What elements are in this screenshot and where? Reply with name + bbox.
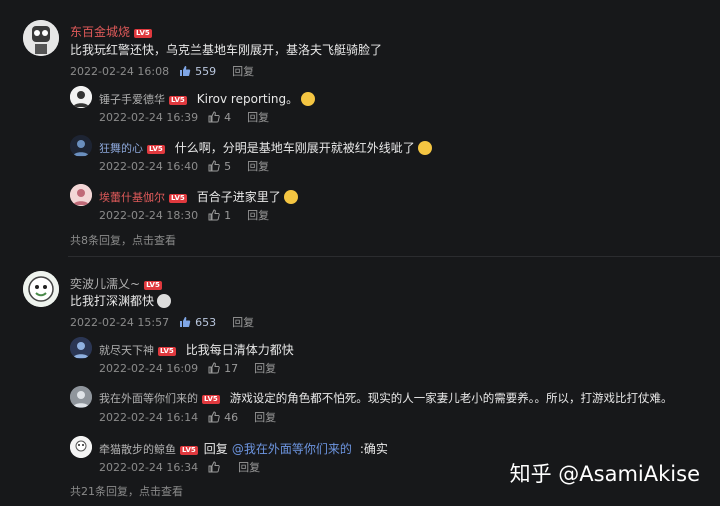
reply-date: 2022-02-24 16:40: [99, 159, 199, 173]
reply-button[interactable]: 回复: [232, 314, 254, 330]
reply-prefix: 回复: [203, 442, 228, 456]
avatar[interactable]: [70, 135, 92, 157]
like-button[interactable]: 559: [179, 65, 216, 78]
thread-divider: [68, 256, 720, 257]
user-avatar-icon: [70, 86, 92, 108]
reply-line: 我在外面等你们来的 LV5 游戏设定的角色都不怕死。现实的人一家妻儿老小的需要养。…: [99, 390, 673, 406]
user-avatar-icon: [70, 436, 92, 458]
reply-author[interactable]: 埃蕾什基伽尔 LV5: [99, 189, 187, 205]
reply-author[interactable]: 牵猫散步的鲸鱼 LV5: [99, 441, 198, 457]
reply-content: Kirov reporting。: [196, 92, 299, 106]
reply-line: 就尽天下神 LV5 比我每日清体力都快: [99, 341, 294, 358]
reply-line: 牵猫散步的鲸鱼 LV5 回复 @我在外面等你们来的 :确实: [99, 440, 388, 457]
thumbs-up-icon: [208, 111, 220, 123]
reply-meta: 2022-02-24 16:09 17 回复: [99, 360, 276, 376]
avatar[interactable]: [23, 271, 59, 307]
avatar[interactable]: [70, 386, 92, 408]
thumbs-up-icon: [208, 209, 220, 221]
thumbs-up-icon: [179, 65, 191, 77]
avatar[interactable]: [70, 184, 92, 206]
reply-author[interactable]: 锤子手爱德华 LV5: [99, 91, 187, 107]
reply-content: 什么啊，分明是基地车刚展开就被红外线呲了: [174, 141, 415, 155]
user-avatar-icon: [70, 135, 92, 157]
comment-meta: 2022-02-24 16:08 559 回复: [70, 63, 254, 79]
reply-line: 埃蕾什基伽尔 LV5 百合子进家里了: [99, 188, 298, 205]
comment-meta: 2022-02-24 15:57 653 回复: [70, 314, 254, 330]
thumbs-up-icon: [208, 411, 220, 423]
avatar[interactable]: [70, 337, 92, 359]
thumbs-up-icon: [208, 461, 220, 473]
robot-avatar-icon: [23, 20, 59, 56]
view-more-replies-link[interactable]: 共21条回复，点击查看: [70, 483, 183, 499]
reply-meta: 2022-02-24 16:40 5 回复: [99, 158, 269, 174]
level-badge: LV5: [169, 193, 187, 203]
reply-meta: 2022-02-24 18:30 1 回复: [99, 207, 269, 223]
level-badge: LV5: [144, 281, 162, 290]
reply-meta: 2022-02-24 16:14 46 回复: [99, 409, 276, 425]
comment-date: 2022-02-24 15:57: [70, 315, 170, 329]
smile-emoji-icon: [301, 91, 316, 106]
mention-link[interactable]: @我在外面等你们来的: [232, 440, 352, 457]
comment-content: 比我玩红警还快，乌克兰基地车刚展开，基洛夫飞艇骑脸了: [70, 43, 383, 57]
level-badge: LV5: [158, 346, 176, 356]
reply-button[interactable]: 回复: [238, 459, 260, 475]
like-button[interactable]: 46: [208, 411, 238, 424]
comment-content: 比我打深渊都快: [70, 294, 155, 308]
comment-author[interactable]: 东百金城烧 LV5: [70, 23, 152, 40]
user-avatar-icon: [70, 337, 92, 359]
comment-date: 2022-02-24 16:08: [70, 64, 170, 78]
reply-button[interactable]: 回复: [232, 63, 254, 79]
reply-button[interactable]: 回复: [254, 360, 276, 376]
thumbs-up-icon: [208, 160, 220, 172]
watermark: 知乎 @AsamiAkise: [509, 462, 700, 486]
avatar[interactable]: [70, 436, 92, 458]
like-button[interactable]: 17: [208, 362, 238, 375]
mask-emoji-icon: [157, 293, 172, 308]
reply-date: 2022-02-24 16:34: [99, 460, 199, 474]
user-avatar-icon: [70, 386, 92, 408]
reply-author[interactable]: 就尽天下神 LV5: [99, 342, 176, 358]
level-badge: LV5: [202, 395, 220, 404]
comment-content-line: 比我打深渊都快: [70, 292, 172, 309]
reply-date: 2022-02-24 16:14: [99, 410, 199, 424]
cat-emoji-icon: [283, 189, 298, 204]
avatar[interactable]: [70, 86, 92, 108]
reply-line: 狂舞的心 LV5 什么啊，分明是基地车刚展开就被红外线呲了: [99, 139, 432, 156]
like-button[interactable]: 5: [208, 160, 231, 173]
like-button[interactable]: 1: [208, 209, 231, 222]
reply-button[interactable]: 回复: [254, 409, 276, 425]
level-badge: LV5: [169, 95, 187, 105]
reply-date: 2022-02-24 18:30: [99, 208, 199, 222]
level-badge: LV5: [134, 29, 152, 38]
like-button[interactable]: 653: [179, 316, 216, 329]
reply-date: 2022-02-24 16:09: [99, 361, 199, 375]
comment-author[interactable]: 奕波儿濡乂~ LV5: [70, 275, 162, 292]
view-more-replies-link[interactable]: 共8条回复，点击查看: [70, 232, 176, 248]
reply-button[interactable]: 回复: [247, 158, 269, 174]
like-button[interactable]: 4: [208, 111, 231, 124]
reply-author[interactable]: 我在外面等你们来的 LV5: [99, 390, 220, 406]
thumbs-up-icon: [208, 362, 220, 374]
reply-button[interactable]: 回复: [247, 207, 269, 223]
reply-content: 百合子进家里了: [196, 190, 281, 204]
reply-content: :确实: [359, 442, 388, 456]
reply-meta: 2022-02-24 16:34 回复: [99, 459, 260, 475]
reply-date: 2022-02-24 16:39: [99, 110, 199, 124]
reply-line: 锤子手爱德华 LV5 Kirov reporting。: [99, 90, 316, 107]
reply-content: 比我每日清体力都快: [185, 343, 294, 357]
user-avatar-icon: [70, 184, 92, 206]
reply-author[interactable]: 狂舞的心 LV5: [99, 140, 165, 156]
reply-button[interactable]: 回复: [247, 109, 269, 125]
cat-emoji-icon: [417, 140, 432, 155]
level-badge: LV5: [180, 445, 198, 455]
thumbs-up-icon: [179, 316, 191, 328]
cartoon-avatar-icon: [23, 271, 59, 307]
reply-meta: 2022-02-24 16:39 4 回复: [99, 109, 269, 125]
reply-content: 游戏设定的角色都不怕死。现实的人一家妻儿老小的需要养。。所以，打游戏比打仗难。: [229, 391, 673, 405]
level-badge: LV5: [147, 144, 165, 154]
avatar[interactable]: [23, 20, 59, 56]
like-button[interactable]: [208, 461, 224, 473]
